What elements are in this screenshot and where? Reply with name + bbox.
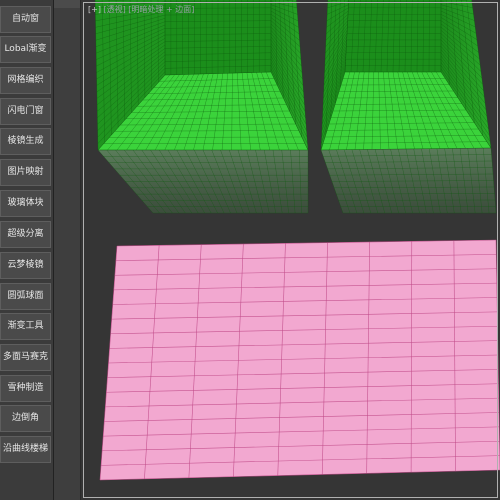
pink-plane-surface — [100, 240, 500, 480]
viewport-view-label[interactable]: [透视] — [104, 5, 126, 14]
auto-window-button[interactable]: 自动窗 — [0, 6, 51, 33]
image-map-button[interactable]: 图片映射 — [0, 159, 51, 186]
arc-sphere-button[interactable]: 圆弧球面 — [0, 283, 51, 310]
right-box[interactable] — [320, 0, 497, 214]
viewport-scene[interactable] — [81, 0, 500, 500]
gutter-header — [54, 0, 80, 8]
snow-maker-button[interactable]: 雪种制造 — [0, 375, 51, 402]
lightning-door-window-button[interactable]: 闪电门窗 — [0, 98, 51, 125]
cloud-prism-button[interactable]: 云梦棱镜 — [0, 252, 51, 279]
viewport-menu-plus[interactable]: [+] — [88, 5, 101, 14]
edge-chamfer-button[interactable]: 边倒角 — [0, 405, 51, 432]
tool-sidebar: 自动窗 Lobal渐变 网格编织 闪电门窗 棱镜生成 图片映射 玻璃体块 超级分… — [0, 0, 54, 500]
curve-stairs-button[interactable]: 沿曲线楼梯 — [0, 436, 51, 463]
left-box[interactable] — [94, 0, 309, 214]
viewport-shading-label[interactable]: [明暗处理 + 边面] — [128, 5, 194, 14]
lobal-gradient-button[interactable]: Lobal渐变 — [0, 36, 51, 63]
prism-generate-button[interactable]: 棱镜生成 — [0, 128, 51, 155]
perspective-viewport[interactable]: [+] [透视] [明暗处理 + 边面] — [81, 0, 500, 500]
super-separate-button[interactable]: 超级分离 — [0, 221, 51, 248]
pink-plane[interactable] — [99, 239, 500, 481]
gradient-tool-button[interactable]: 渐变工具 — [0, 313, 51, 340]
glass-block-button[interactable]: 玻璃体块 — [0, 190, 51, 217]
multi-mosaic-button[interactable]: 多面马赛克 — [0, 344, 51, 371]
panel-gutter — [54, 0, 81, 500]
right-box-back-wall — [345, 0, 441, 72]
viewport-label[interactable]: [+] [透视] [明暗处理 + 边面] — [88, 4, 194, 15]
mesh-weave-button[interactable]: 网格编织 — [0, 67, 51, 94]
